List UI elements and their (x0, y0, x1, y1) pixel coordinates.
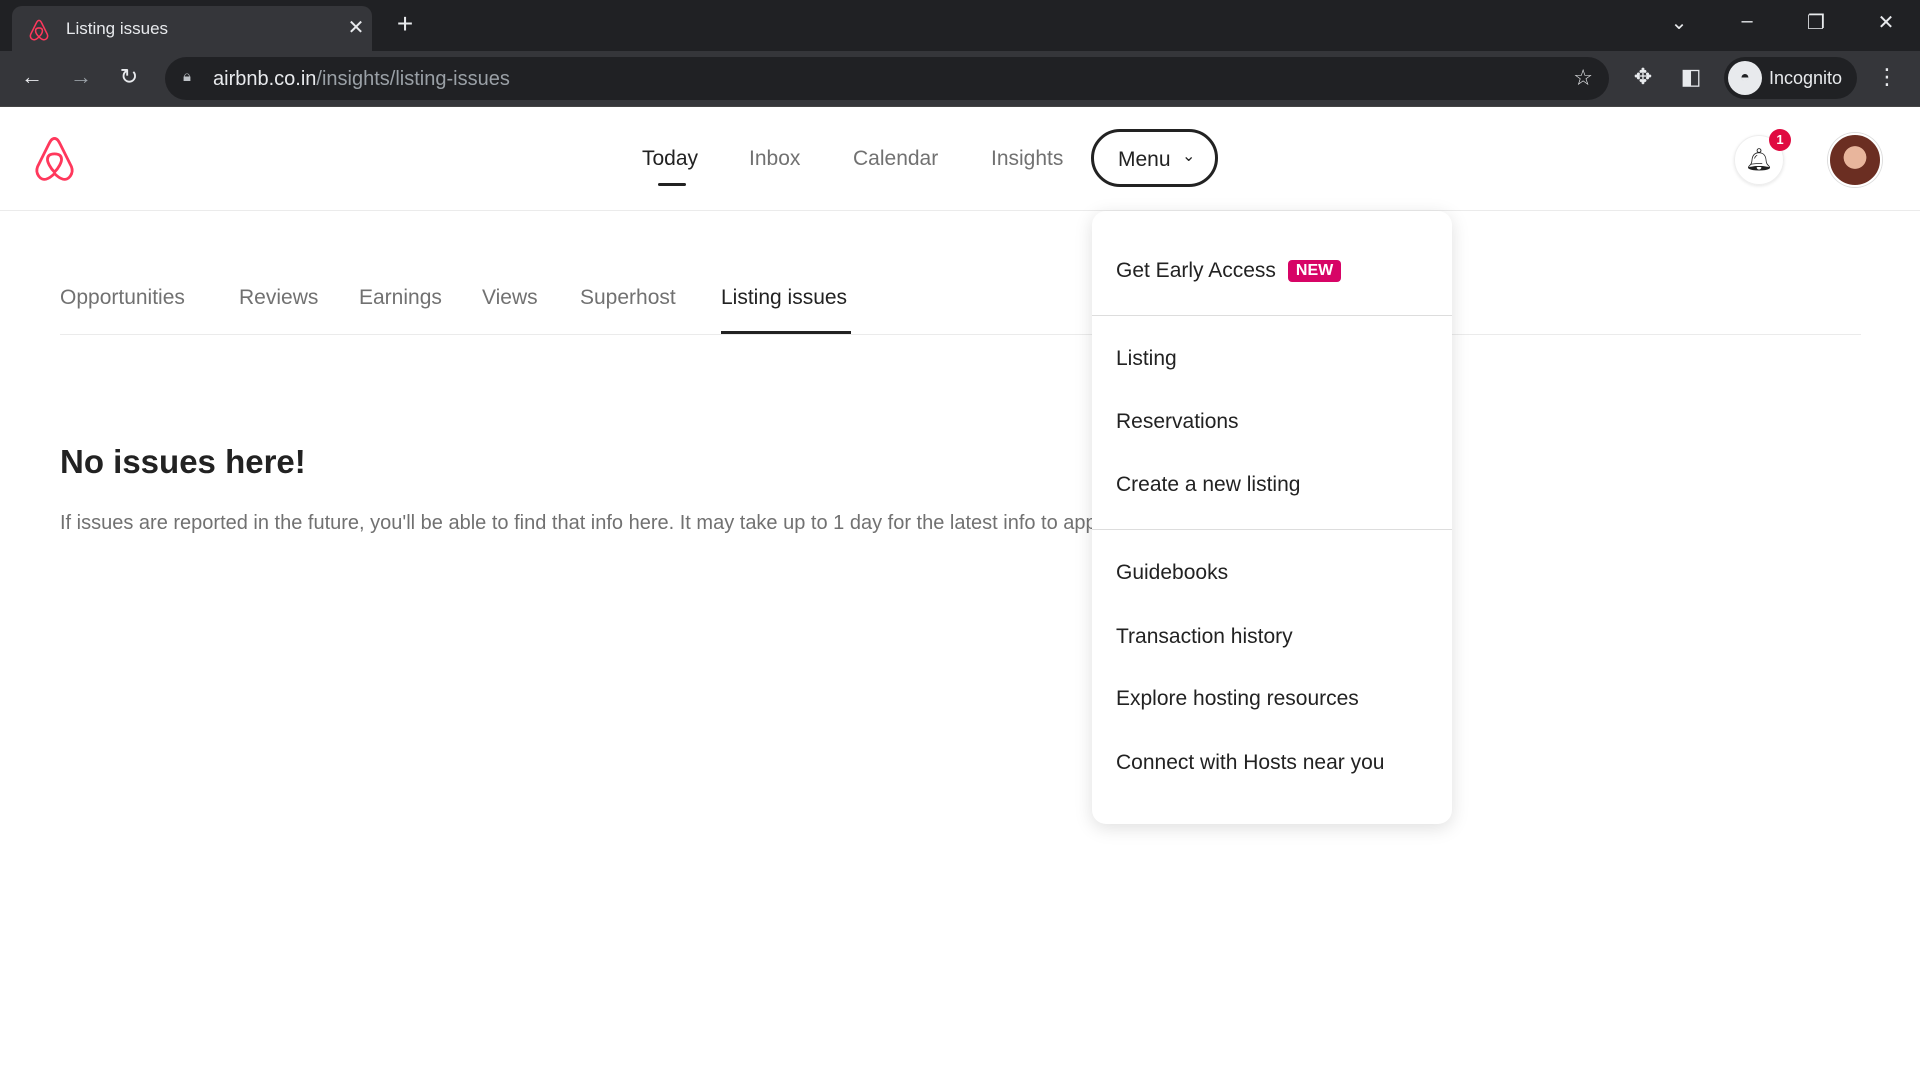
page-heading: No issues here! (60, 443, 306, 480)
subtab-views[interactable]: Views (482, 286, 538, 310)
browser-toolbar: ← → ↻ 🔒︎ airbnb.co.in/insights/listing-i… (0, 51, 1920, 107)
back-icon[interactable]: ← (17, 64, 47, 90)
subtab-reviews[interactable]: Reviews (239, 286, 318, 310)
subtab-opportunities[interactable]: Opportunities (60, 286, 185, 310)
airbnb-favicon-icon (29, 19, 49, 41)
incognito-icon: ◓ (1728, 61, 1762, 95)
url-text: airbnb.co.in/insights/listing-issues (213, 68, 510, 91)
nav-calendar[interactable]: Calendar (853, 147, 938, 171)
extensions-icon[interactable]: ✥ (1628, 64, 1658, 90)
nav-today[interactable]: Today (642, 147, 698, 171)
menu-item-reservations[interactable]: Reservations (1116, 410, 1239, 434)
bell-icon: 🔔︎ (1745, 147, 1773, 172)
subtab-superhost[interactable]: Superhost (580, 286, 676, 310)
menu-item-create-listing[interactable]: Create a new listing (1116, 473, 1300, 497)
browser-menu-icon[interactable]: ⋮ (1872, 64, 1902, 90)
active-subtab-indicator (721, 331, 851, 334)
notification-badge: 1 (1769, 129, 1791, 151)
reload-icon[interactable]: ↻ (114, 64, 144, 90)
menu-item-connect-hosts[interactable]: Connect with Hosts near you (1116, 751, 1384, 775)
site-header: Today Inbox Calendar Insights Menu ⌄ 🔔︎ 1 (0, 107, 1920, 211)
restore-icon[interactable]: ❐ (1801, 10, 1831, 35)
subtab-earnings[interactable]: Earnings (359, 286, 442, 310)
forward-icon[interactable]: → (66, 64, 96, 90)
menu-divider (1092, 529, 1452, 530)
menu-item-transaction-history[interactable]: Transaction history (1116, 625, 1293, 649)
address-bar[interactable]: 🔒︎ airbnb.co.in/insights/listing-issues … (165, 57, 1609, 100)
menu-divider (1092, 315, 1452, 316)
browser-tab-bar: Listing issues ✕ + ⌄ – ❐ ✕ (0, 0, 1920, 51)
menu-item-listing[interactable]: Listing (1116, 347, 1177, 371)
close-tab-icon[interactable]: ✕ (344, 15, 368, 40)
nav-insights[interactable]: Insights (991, 147, 1063, 171)
nav-inbox[interactable]: Inbox (749, 147, 800, 171)
menu-dropdown: Get Early Access NEW Listing Reservations… (1092, 211, 1452, 824)
menu-item-hosting-resources[interactable]: Explore hosting resources (1116, 687, 1359, 711)
bookmark-star-icon[interactable]: ☆ (1573, 65, 1593, 91)
incognito-label: Incognito (1769, 68, 1843, 88)
incognito-profile-button[interactable]: ◓ Incognito (1724, 57, 1857, 99)
menu-button[interactable]: Menu ⌄ (1091, 129, 1218, 187)
browser-tab[interactable]: Listing issues ✕ (12, 6, 372, 51)
subtab-listing-issues[interactable]: Listing issues (721, 286, 847, 310)
url-path: /insights/listing-issues (316, 68, 510, 90)
tab-title: Listing issues (66, 19, 169, 38)
subtab-divider (60, 334, 1861, 335)
side-panel-icon[interactable]: ◧ (1676, 64, 1706, 90)
new-badge: NEW (1287, 260, 1342, 282)
menu-item-guidebooks[interactable]: Guidebooks (1116, 561, 1228, 585)
tab-search-icon[interactable]: ⌄ (1664, 10, 1694, 35)
chevron-down-icon: ⌄ (1182, 148, 1196, 165)
active-nav-indicator (658, 183, 686, 186)
close-window-icon[interactable]: ✕ (1871, 10, 1901, 35)
new-tab-icon[interactable]: + (392, 8, 418, 40)
url-domain: airbnb.co.in (213, 68, 317, 90)
menu-label: Menu (1118, 148, 1171, 171)
lock-icon[interactable]: 🔒︎ (183, 68, 191, 85)
early-access-label: Get Early Access (1116, 259, 1276, 282)
minimize-icon[interactable]: – (1732, 10, 1762, 33)
airbnb-logo-icon[interactable] (32, 135, 77, 184)
avatar[interactable] (1828, 133, 1882, 187)
empty-state-text: If issues are reported in the future, yo… (60, 512, 1131, 534)
menu-item-get-early-access[interactable]: Get Early Access NEW (1116, 259, 1342, 283)
